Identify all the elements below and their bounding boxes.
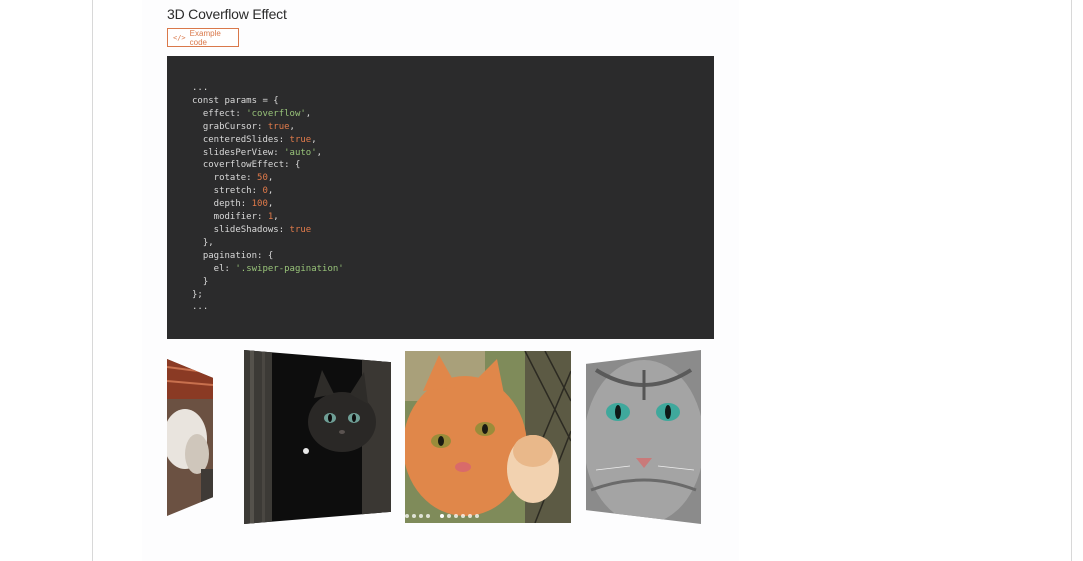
code-token: 'coverflow' [246, 108, 306, 119]
code-token: 50 [257, 173, 268, 184]
code-token: , [289, 121, 295, 132]
code-token: stretch: [192, 186, 263, 197]
pagination-bullet[interactable] [468, 514, 472, 518]
code-line: ... [192, 302, 208, 312]
code-token: , [273, 212, 279, 223]
page-title: 3D Coverflow Effect [167, 6, 287, 22]
grey-tabby-cat-photo [586, 350, 701, 524]
code-token: modifier: [192, 212, 268, 223]
white-cat-photo [167, 359, 213, 516]
code-line: modifier: 1, [192, 212, 279, 222]
code-token: el: [192, 263, 236, 274]
code-token: centeredSlides: [192, 134, 290, 145]
code-line: stretch: 0, [192, 186, 274, 197]
code-token: }, [192, 237, 214, 248]
pagination-bullet[interactable] [419, 514, 423, 518]
code-token: , [267, 173, 274, 184]
pagination-bullet[interactable] [440, 514, 444, 518]
code-token: }; [192, 289, 203, 300]
code-token: } [192, 276, 209, 287]
code-line: }; [192, 290, 203, 300]
page-left-border [92, 0, 93, 561]
code-line: coverflowEffect: { [192, 160, 301, 171]
code-line: }, [192, 238, 214, 248]
code-token: , [267, 199, 274, 210]
code-line: slidesPerView: 'auto', [192, 148, 322, 158]
page-right-border [1071, 0, 1072, 561]
code-token: effect: [192, 108, 247, 119]
code-line: depth: 100, [192, 199, 274, 210]
code-icon: </> [173, 33, 186, 42]
code-token: 'auto' [284, 147, 317, 158]
code-line: grabCursor: true, [192, 122, 295, 132]
pagination-bullet[interactable] [447, 514, 451, 518]
coverflow-carousel[interactable] [167, 345, 714, 530]
code-token: slidesPerView: [192, 147, 285, 158]
code-token: ... [192, 302, 209, 313]
pagination-bullet[interactable] [475, 514, 479, 518]
orange-cat-photo [405, 351, 571, 523]
slide-white-cat[interactable] [167, 359, 213, 516]
pagination-bullet[interactable] [405, 514, 409, 518]
code-token: const params = { [192, 95, 279, 106]
code-token: 100 [251, 199, 268, 210]
example-code-label: Example code [189, 28, 221, 47]
code-token: slideShadows: [192, 224, 290, 235]
pagination-bullet[interactable] [454, 514, 458, 518]
code-block: ... const params = { effect: 'coverflow'… [167, 56, 714, 339]
code-token: true [267, 121, 290, 132]
code-token: , [267, 186, 274, 197]
slide-orange-cat[interactable] [405, 351, 571, 523]
code-line: effect: 'coverflow', [192, 109, 311, 119]
code-line: } [192, 277, 208, 287]
pagination-bullet[interactable] [426, 514, 430, 518]
code-token: grabCursor: [192, 121, 268, 132]
pagination-bullet[interactable] [412, 514, 416, 518]
black-kitten-photo [244, 350, 391, 524]
code-token: true [289, 134, 312, 145]
code-line: slideShadows: true [192, 224, 312, 235]
slide-grey-tabby[interactable] [586, 350, 701, 524]
slide-black-kitten[interactable] [244, 350, 391, 524]
code-token: depth: [192, 199, 252, 210]
code-token: ... [192, 83, 209, 93]
code-token: pagination: { [192, 250, 274, 261]
code-token: , [316, 147, 323, 158]
pagination-bullet[interactable] [461, 514, 465, 518]
code-token: , [311, 134, 317, 145]
code-line: ... [192, 83, 208, 93]
code-token: coverflowEffect: { [192, 160, 301, 171]
code-line: rotate: 50, [192, 173, 274, 184]
code-token: '.swiper-pagination' [235, 263, 344, 274]
code-line: centeredSlides: true, [192, 135, 317, 145]
code-token: , [305, 108, 312, 119]
code-token: rotate: [192, 173, 258, 184]
swiper-pagination [405, 514, 479, 518]
code-token: true [289, 224, 312, 235]
code-line: pagination: { [192, 251, 273, 261]
example-code-button[interactable]: </> Example code [167, 28, 239, 47]
code-line: el: '.swiper-pagination' [192, 264, 344, 274]
code-line: const params = { [192, 96, 279, 106]
